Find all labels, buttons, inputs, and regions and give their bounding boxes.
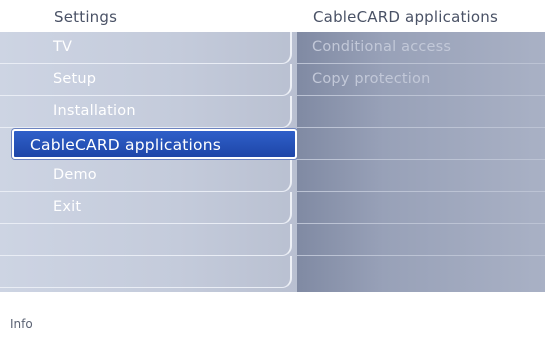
info-panel: Info <box>0 292 545 358</box>
menu-item-label: Exit <box>53 199 82 215</box>
menu-item-exit[interactable]: Exit <box>0 192 292 224</box>
submenu-title: CableCARD applications <box>313 8 499 26</box>
submenu-item-empty <box>297 96 545 128</box>
menu-item-label: Demo <box>53 167 97 183</box>
menu-item-cablecard-applications[interactable]: CableCARD applications <box>12 129 297 159</box>
tv-settings-screen: Settings CableCARD applications TV Setup… <box>0 0 545 358</box>
menu-item-label: CableCARD applications <box>30 136 222 154</box>
main-menu-list: TV Setup Installation Demo Exit CableCAR… <box>0 32 297 292</box>
submenu-item-label: Copy protection <box>312 71 431 87</box>
menu-item-setup[interactable]: Setup <box>0 64 292 96</box>
submenu-item-copy-protection[interactable]: Copy protection <box>297 64 545 96</box>
submenu-item-empty <box>297 256 545 288</box>
info-label: Info <box>10 317 33 331</box>
menu-item-empty <box>0 224 292 256</box>
submenu-item-empty <box>297 192 545 224</box>
menu-item-demo[interactable]: Demo <box>0 160 292 192</box>
submenu-item-empty <box>297 128 545 160</box>
menu-header: Settings CableCARD applications <box>0 0 545 32</box>
menu-item-label: Installation <box>53 103 136 119</box>
submenu-list: Conditional access Copy protection <box>297 32 545 292</box>
submenu-item-conditional-access[interactable]: Conditional access <box>297 32 545 64</box>
menu-title: Settings <box>54 8 118 26</box>
menu-item-tv[interactable]: TV <box>0 32 292 64</box>
menu-item-label: Setup <box>53 71 97 87</box>
submenu-item-label: Conditional access <box>312 39 452 55</box>
submenu-item-empty <box>297 224 545 256</box>
submenu-item-empty <box>297 160 545 192</box>
menu-item-label: TV <box>53 39 73 55</box>
menu-item-installation[interactable]: Installation <box>0 96 292 128</box>
menu-item-empty <box>0 256 292 288</box>
